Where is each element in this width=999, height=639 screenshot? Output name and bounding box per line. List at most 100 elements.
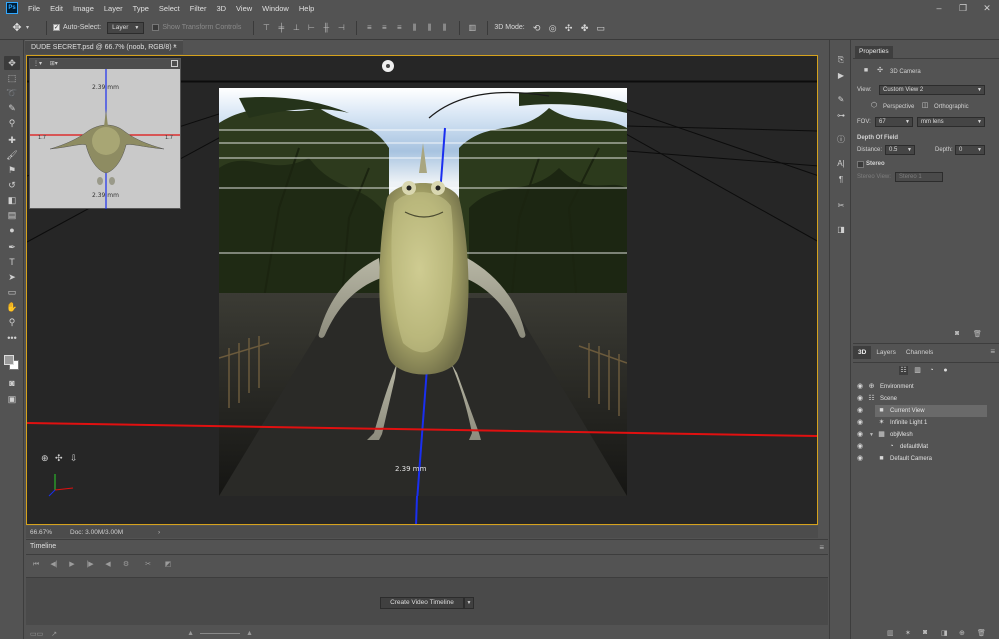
adjustments-icon[interactable]: ⊶ — [835, 110, 847, 122]
camera-icon[interactable]: ⊕ — [959, 629, 965, 637]
pan-3d-icon[interactable]: ✣ — [563, 22, 575, 34]
align-top-icon[interactable]: ⊤ — [260, 22, 272, 34]
layer-item-defaultmat[interactable]: ◉ ◔ defaultMat — [853, 441, 999, 453]
play-icon[interactable]: ▶ — [66, 559, 78, 571]
eye-icon[interactable]: ◉ — [857, 407, 865, 415]
view-menu-icon[interactable]: ⋮▾ — [33, 61, 42, 67]
next-frame-icon[interactable]: |▶ — [84, 559, 96, 571]
menu-image[interactable]: Image — [73, 4, 94, 13]
depth-field[interactable]: 0 ▼ — [955, 145, 985, 155]
trash-icon[interactable]: 🗑 — [977, 629, 986, 637]
menu-view[interactable]: View — [236, 4, 252, 13]
document-tab[interactable]: DUDE SECRET.psd @ 66.7% (noob, RGB/8) * … — [25, 40, 183, 54]
eyedropper-tool-icon[interactable]: ⚲ — [4, 116, 20, 130]
eye-icon[interactable]: ◉ — [857, 443, 865, 451]
pen-tool-icon[interactable]: ✒ — [4, 240, 20, 254]
perspective-icon[interactable]: ⬡ — [869, 101, 879, 111]
expand-icon[interactable] — [171, 60, 178, 67]
zoom-level[interactable]: 66.67% — [30, 529, 70, 536]
lasso-tool-icon[interactable]: ➰ — [4, 86, 20, 100]
secondary-view-panel[interactable]: ⋮▾ ⊞▾ 2.39 mm 2.39 mm 1.7 1.7 — [29, 58, 181, 209]
marquee-tool-icon[interactable]: ⬚ — [4, 71, 20, 85]
tab-3d[interactable]: 3D — [853, 346, 872, 359]
auto-align-icon[interactable]: ▥ — [466, 22, 478, 34]
eye-icon[interactable]: ◉ — [857, 383, 865, 391]
create-video-timeline-button[interactable]: Create Video Timeline — [380, 597, 464, 609]
new-light-icon[interactable]: ✶ — [905, 629, 911, 637]
delete-icon[interactable]: 🗑 — [973, 330, 982, 338]
coordinates-icon[interactable]: ✣ — [875, 66, 885, 76]
gradient-tool-icon[interactable]: ▤ — [4, 208, 20, 222]
fov-unit-dropdown[interactable]: mm lens ▼ — [917, 117, 985, 127]
align-vcenter-icon[interactable]: ╪ — [275, 22, 287, 34]
paragraph-icon[interactable]: ¶ — [835, 174, 847, 186]
perspective-label[interactable]: Perspective — [883, 104, 914, 110]
orthographic-icon[interactable]: ◫ — [920, 101, 930, 111]
settings-gear-icon[interactable]: ⚙ — [120, 559, 132, 571]
zoom-out-mountain-icon[interactable]: ▲ — [187, 630, 194, 637]
auto-select-target-dropdown[interactable]: Layer ▼ — [107, 21, 145, 34]
view-dropdown[interactable]: Custom View 2 ▼ — [879, 85, 985, 95]
timeline-tab[interactable]: Timeline — [26, 540, 64, 554]
tab-layers[interactable]: Layers — [871, 346, 901, 359]
history-brush-tool-icon[interactable]: ↺ — [4, 178, 20, 192]
minimize-icon[interactable]: – — [933, 2, 945, 14]
camera-view-icon[interactable]: ⊞▾ — [50, 61, 58, 67]
meshes-icon[interactable]: ▥ — [913, 366, 922, 375]
zoom-tool-icon[interactable]: ⚲ — [4, 315, 20, 329]
status-menu-arrow[interactable]: › — [158, 529, 160, 536]
distribute-hcenter-icon[interactable]: ⫼ — [423, 22, 435, 34]
layer-item-scene[interactable]: ◉ ☷ Scene — [853, 393, 999, 405]
menu-help[interactable]: Help — [299, 4, 314, 13]
menu-layer[interactable]: Layer — [104, 4, 123, 13]
layer-item-objmesh[interactable]: ◉ ▼ ▦ objMesh — [853, 429, 999, 441]
eye-icon[interactable]: ◉ — [857, 455, 865, 463]
menu-select[interactable]: Select — [159, 4, 180, 13]
close-icon[interactable]: ✕ — [981, 2, 993, 14]
eye-icon[interactable]: ◉ — [857, 431, 865, 439]
document-canvas[interactable]: ⊕ ✣ ⇩ 2.39 mm ⋮▾ ⊞▾ 2.39 mm 2.39 mm 1.7 … — [26, 55, 818, 525]
frame-icon[interactable]: ▭▭ — [30, 630, 43, 638]
path-select-tool-icon[interactable]: ➤ — [4, 270, 20, 284]
orthographic-label[interactable]: Orthographic — [934, 104, 969, 110]
brush-tool-icon[interactable]: 🖌 — [4, 148, 20, 162]
tool-presets-icon[interactable]: ✂ — [835, 200, 847, 212]
previous-frame-icon[interactable]: ◀| — [48, 559, 60, 571]
go-to-first-frame-icon[interactable]: ⏮ — [30, 559, 42, 571]
delete-icon[interactable]: ▥ — [887, 629, 894, 637]
eye-icon[interactable]: ◉ — [857, 395, 865, 403]
new-layer-icon[interactable]: ◨ — [941, 629, 948, 637]
zoom-slider[interactable] — [200, 633, 241, 634]
materials-icon[interactable]: ◔ — [927, 366, 936, 375]
info-icon[interactable]: ⓘ — [835, 134, 847, 146]
type-tool-icon[interactable]: T — [4, 255, 20, 269]
character-icon[interactable]: A| — [835, 158, 847, 170]
healing-brush-tool-icon[interactable]: ✚ — [4, 133, 20, 147]
distribute-right-icon[interactable]: ⫼ — [438, 22, 450, 34]
whole-scene-icon[interactable]: ☷ — [899, 366, 908, 375]
split-scissors-icon[interactable]: ✂ — [142, 559, 154, 571]
menu-3d[interactable]: 3D — [216, 4, 226, 13]
more-tools-icon[interactable]: ••• — [4, 331, 20, 345]
expand-chevron-icon[interactable]: ▼ — [869, 431, 875, 439]
orbit-3d-icon[interactable]: ⟲ — [531, 22, 543, 34]
layer-item-default-camera[interactable]: ◉ ■ Default Camera — [853, 453, 999, 465]
menu-filter[interactable]: Filter — [190, 4, 207, 13]
align-right-icon[interactable]: ⊣ — [335, 22, 347, 34]
move-tool-icon[interactable]: ✥ — [10, 21, 24, 35]
lights-icon[interactable]: ● — [941, 366, 950, 375]
align-left-icon[interactable]: ⊢ — [305, 22, 317, 34]
align-hcenter-icon[interactable]: ╫ — [320, 22, 332, 34]
transition-icon[interactable]: ◩ — [162, 559, 174, 571]
zoom-in-mountain-icon[interactable]: ▲ — [246, 630, 253, 637]
menu-edit[interactable]: Edit — [50, 4, 63, 13]
distribute-bottom-icon[interactable]: ≡ — [393, 22, 405, 34]
render-icon[interactable]: ◙ — [923, 629, 927, 636]
distance-field[interactable]: 0.5 ▼ — [885, 145, 915, 155]
layer-item-infinite-light[interactable]: ◉ ✶ Infinite Light 1 — [853, 417, 999, 429]
distribute-top-icon[interactable]: ≡ — [363, 22, 375, 34]
layer-item-environment[interactable]: ◉ ⊕ Environment — [853, 381, 999, 393]
eraser-tool-icon[interactable]: ◧ — [4, 193, 20, 207]
clone-stamp-tool-icon[interactable]: ⚑ — [4, 163, 20, 177]
layer-item-current-view[interactable]: ◉ ■ Current View — [853, 405, 999, 417]
